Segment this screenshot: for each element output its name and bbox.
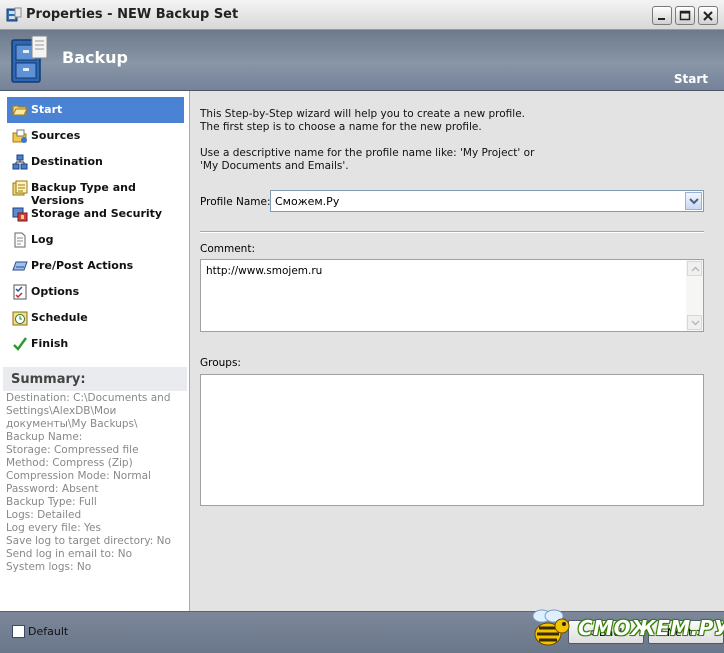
step-list: Start Sources Destination Backup Type an… xyxy=(0,91,189,357)
summary-line: Send log in email to: No xyxy=(6,548,133,560)
summary-line: Backup Type: Full xyxy=(6,496,97,508)
summary-line: Destination: C:\Documents and Settings\A… xyxy=(6,392,171,430)
summary-line: Log every file: Yes xyxy=(6,522,101,534)
intro-line: The first step is to choose a name for t… xyxy=(200,121,482,133)
maximize-icon xyxy=(679,10,691,21)
watermark-text: СМОЖЕМ.РУ xyxy=(578,616,724,640)
maximize-button[interactable] xyxy=(675,6,695,25)
summary-line: Password: Absent xyxy=(6,483,99,495)
sidebar-item-label: Finish xyxy=(31,337,69,350)
wizard-content: This Step-by-Step wizard will help you t… xyxy=(190,91,724,611)
scroll-down-button[interactable] xyxy=(687,315,702,330)
minimize-button[interactable] xyxy=(652,6,672,25)
schedule-icon xyxy=(12,311,28,326)
dropdown-button[interactable] xyxy=(685,192,702,210)
log-icon xyxy=(14,232,26,248)
comment-textarea[interactable]: http://www.smojem.ru xyxy=(200,259,704,332)
profile-name-label: Profile Name: xyxy=(200,196,271,208)
summary-line: Backup Name: xyxy=(6,431,83,443)
network-icon xyxy=(12,154,28,170)
sidebar-item-backup-type[interactable]: Backup Type and Versions xyxy=(7,175,184,207)
groups-label: Groups: xyxy=(200,357,241,369)
close-icon xyxy=(703,11,713,21)
chevron-down-icon xyxy=(691,320,700,326)
scroll-up-button[interactable] xyxy=(687,261,702,276)
sidebar-item-start[interactable]: Start xyxy=(7,97,184,123)
sidebar-item-storage-security[interactable]: Storage and Security xyxy=(7,201,184,227)
summary-line: Save log to target directory: No xyxy=(6,535,171,547)
chevron-down-icon xyxy=(689,198,699,205)
minimize-icon xyxy=(658,18,665,20)
checkmark-icon xyxy=(13,337,28,351)
backup-type-icon xyxy=(12,180,28,196)
summary-line: System logs: No xyxy=(6,561,92,573)
summary-line: Storage: Compressed file xyxy=(6,444,139,456)
comment-value[interactable]: http://www.smojem.ru xyxy=(206,265,322,277)
sidebar-item-options[interactable]: Options xyxy=(7,279,184,305)
summary-title: Summary: xyxy=(11,372,86,387)
options-icon xyxy=(13,284,27,300)
summary-line: Method: Compress (Zip) xyxy=(6,457,133,469)
sidebar-item-label: Options xyxy=(31,285,80,298)
actions-icon xyxy=(12,261,28,271)
storage-icon xyxy=(12,207,28,222)
default-checkbox-label[interactable]: Default xyxy=(28,625,68,638)
sidebar-item-label: Pre/Post Actions xyxy=(31,259,134,272)
header-step: Start xyxy=(673,72,708,86)
sidebar-item-pre-post-actions[interactable]: Pre/Post Actions xyxy=(7,253,184,279)
sources-icon xyxy=(12,129,27,143)
profile-name-combobox[interactable]: Сможем.Ру xyxy=(270,190,704,212)
title-bar[interactable]: Properties - NEW Backup Set xyxy=(0,0,724,30)
chevron-up-icon xyxy=(691,266,700,272)
sidebar-item-label: Start xyxy=(31,103,63,116)
summary-line: Compression Mode: Normal xyxy=(6,470,151,482)
window-title: Properties - NEW Backup Set xyxy=(26,7,239,22)
app-icon xyxy=(6,7,22,22)
sidebar-item-sources[interactable]: Sources xyxy=(7,123,184,149)
divider-highlight xyxy=(200,232,704,233)
wizard-header: Backup Start xyxy=(0,30,724,91)
comment-scrollbar[interactable] xyxy=(686,260,703,331)
hint-line: 'My Documents and Emails'. xyxy=(200,160,349,172)
sidebar-item-label: Storage and Security xyxy=(31,207,163,220)
sidebar-item-schedule[interactable]: Schedule xyxy=(7,305,184,331)
summary-list: Destination: C:\Documents and Settings\A… xyxy=(6,392,188,574)
header-title: Backup xyxy=(62,48,128,67)
sidebar-item-destination[interactable]: Destination xyxy=(7,149,184,175)
bee-logo-icon xyxy=(532,609,570,646)
intro-text: This Step-by-Step wizard will help you t… xyxy=(200,108,700,186)
profile-name-value[interactable]: Сможем.Ру xyxy=(275,195,339,208)
intro-line: This Step-by-Step wizard will help you t… xyxy=(200,108,526,120)
summary-line: Logs: Detailed xyxy=(6,509,82,521)
folder-open-icon xyxy=(12,105,28,116)
sidebar-item-label: Sources xyxy=(31,129,81,142)
summary-header: Summary: xyxy=(3,367,187,391)
groups-list[interactable] xyxy=(200,374,704,506)
cabinet-icon xyxy=(11,35,48,83)
wizard-sidebar: Start Sources Destination Backup Type an… xyxy=(0,91,190,611)
sidebar-item-log[interactable]: Log xyxy=(7,227,184,253)
sidebar-item-finish[interactable]: Finish xyxy=(7,331,184,357)
default-checkbox[interactable] xyxy=(12,625,25,638)
watermark: СМОЖЕМ.РУ xyxy=(522,606,724,650)
sidebar-item-label: Schedule xyxy=(31,311,88,324)
hint-line: Use a descriptive name for the profile n… xyxy=(200,147,535,159)
sidebar-item-label: Log xyxy=(31,233,54,246)
close-button[interactable] xyxy=(698,6,718,25)
sidebar-item-label: Destination xyxy=(31,155,103,168)
comment-label: Comment: xyxy=(200,243,255,255)
